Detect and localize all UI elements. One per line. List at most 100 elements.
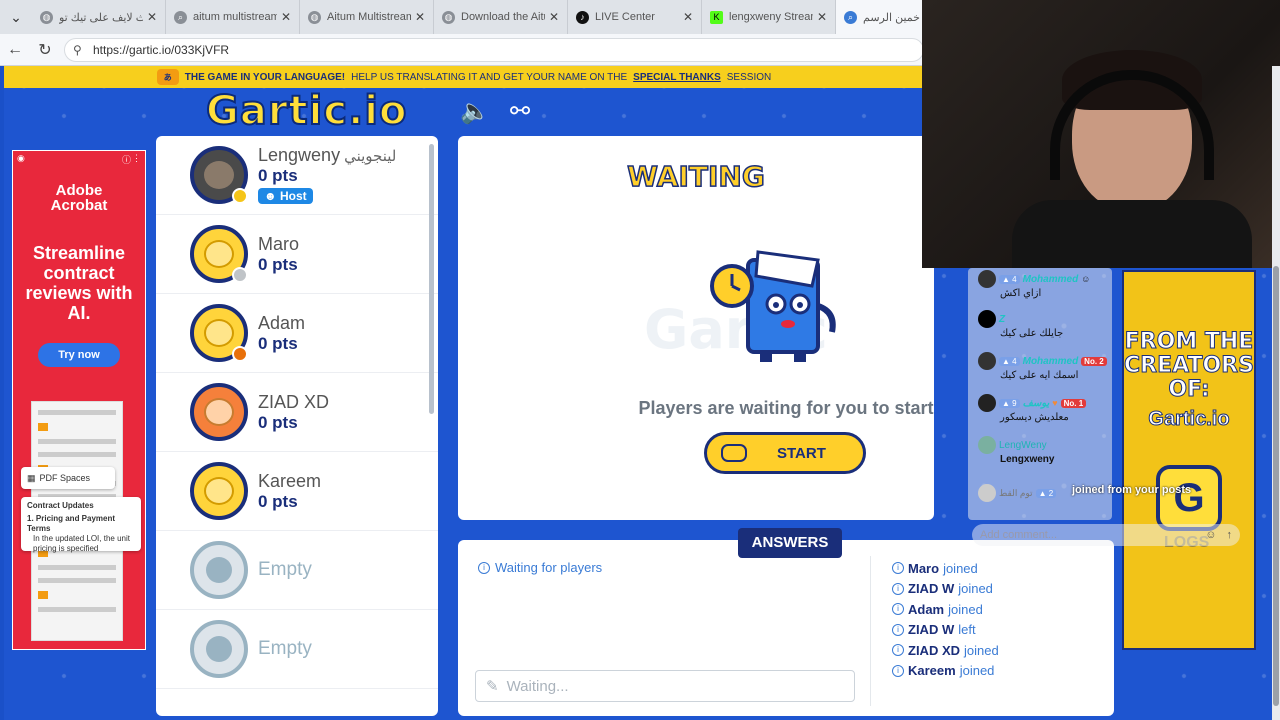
avatar xyxy=(978,310,996,328)
player-points: 0 pts xyxy=(258,412,298,432)
smile-icon: ☺ xyxy=(1081,274,1091,284)
chat-message: LengWeny Lengxweny xyxy=(978,436,1054,465)
player-name: Maro xyxy=(258,233,300,254)
search-icon: ⌕ xyxy=(844,10,857,24)
share-icon[interactable]: ⚯ xyxy=(506,98,534,126)
browser-tab[interactable]: ◍ Aitum Multistream ✕ xyxy=(300,0,434,34)
browser-tab[interactable]: ♪ LIVE Center ✕ xyxy=(568,0,702,34)
gartic-logo[interactable]: Gartic.io xyxy=(205,87,407,135)
chat-message: ▲ 4 Mohammed ☺ ازاي اكش xyxy=(978,270,1090,299)
info-icon: i xyxy=(892,664,904,677)
adobe-ad[interactable]: ◉ ⓘ ⋮ Adobe Acrobat Streamline contract … xyxy=(12,150,146,650)
ad-brand: Adobe Acrobat xyxy=(50,182,108,214)
player-points: 0 pts xyxy=(258,333,298,353)
player-row[interactable]: Lengweny لينجويني 0 pts ☻ Host xyxy=(156,136,438,215)
avatar xyxy=(190,383,248,441)
browser-tab[interactable]: ◍ بث لايف على تيك تو ✕ xyxy=(32,0,166,34)
info-icon: i xyxy=(892,644,904,657)
level-icon: ▲ xyxy=(1002,274,1010,284)
avatar xyxy=(978,394,996,412)
translate-flag-icon: あ xyxy=(156,69,179,85)
players-panel: Lengweny لينجويني 0 pts ☻ Host Maro 0 pts … xyxy=(156,136,438,716)
player-points: 0 pts xyxy=(258,166,298,185)
level-icon: ▲ xyxy=(1002,356,1010,366)
url-text: https://gartic.io/033KjVFR xyxy=(93,43,230,57)
ad-cta-button[interactable]: Try now xyxy=(38,343,120,367)
tab-search-dropdown-icon[interactable]: ⌄ xyxy=(0,0,32,34)
send-arrow-icon[interactable]: ↑ xyxy=(1227,529,1233,541)
avatar xyxy=(978,436,996,454)
empty-slot-label: Empty xyxy=(258,638,312,659)
sound-icon[interactable]: 🔈 xyxy=(460,98,490,126)
answers-panel: ANSWERS i Waiting for players ✎ Waiting...… xyxy=(458,528,1114,716)
log-item: i ZIAD Wjoined xyxy=(892,579,999,600)
globe-icon: ◍ xyxy=(308,10,321,24)
banner-end: SESSION xyxy=(726,71,772,83)
info-icon: i xyxy=(892,603,904,616)
close-icon[interactable]: ✕ xyxy=(549,10,559,24)
avatar xyxy=(190,225,248,283)
player-nickname: لينجويني xyxy=(344,148,397,165)
log-item: i Adam joined xyxy=(892,599,999,620)
answers-status: i Waiting for players xyxy=(478,560,602,575)
pdf-spaces-chip: ▦ PDF Spaces xyxy=(21,467,115,489)
info-icon: i xyxy=(892,623,904,636)
close-icon[interactable]: ✕ xyxy=(683,10,693,24)
url-input[interactable]: ⚲ https://gartic.io/033KjVFR xyxy=(64,38,924,62)
empty-slot: Empty xyxy=(156,531,438,610)
browser-tab[interactable]: Klengxweny Stream ✕ xyxy=(702,0,836,34)
avatar xyxy=(190,462,248,520)
close-icon[interactable]: ✕ xyxy=(415,10,425,24)
players-scrollbar[interactable] xyxy=(429,144,434,414)
gartic-g-logo: G xyxy=(1156,465,1222,531)
log-item: i ZIAD XD joined xyxy=(892,640,999,661)
globe-icon: ◍ xyxy=(40,10,53,24)
reload-icon[interactable]: ↻ xyxy=(30,40,60,60)
webcam-overlay xyxy=(922,0,1280,268)
chat-message: ▲ 4 Mohammed No. 2 اسمك ايه على كيك xyxy=(978,352,1107,381)
waiting-message: Players are waiting for you to start xyxy=(638,398,934,418)
player-row[interactable]: Adam 0 pts xyxy=(156,294,438,373)
player-row[interactable]: Maro 0 pts xyxy=(156,215,438,294)
globe-icon: ◍ xyxy=(442,10,455,24)
host-badge: ☻ Host xyxy=(258,188,313,204)
creators-ad[interactable]: FROM THE CREATORS OF: Gartic.io LOGS G xyxy=(1122,270,1256,650)
comment-input[interactable]: Add comment... ☺ ↑ xyxy=(972,524,1240,546)
avatar xyxy=(978,270,996,288)
browser-tab[interactable]: ◍ Download the Aitu ✕ xyxy=(434,0,568,34)
special-thanks-link[interactable]: SPECIAL THANKS xyxy=(633,72,721,83)
pdf-icon: ▦ xyxy=(27,472,36,483)
ad-info-icon[interactable]: ◉ xyxy=(17,153,25,164)
browser-tab[interactable]: ⌕ aitum multistream ✕ xyxy=(166,0,300,34)
translation-banner[interactable]: あ THE GAME IN YOUR LANGUAGE! HELP US TRA… xyxy=(4,66,924,88)
player-row[interactable]: ZIAD XD 0 pts xyxy=(156,373,438,452)
player-name: Kareem xyxy=(258,470,322,491)
status-dot xyxy=(232,267,248,283)
answer-input[interactable]: ✎ Waiting... xyxy=(475,670,855,702)
adchoices-icon[interactable]: ⓘ xyxy=(122,153,131,166)
avatar xyxy=(190,146,248,204)
heart-icon: ♥ xyxy=(1052,398,1058,408)
close-icon[interactable]: ✕ xyxy=(817,10,827,24)
chat-message: ▲ 9 يوسف ♥ No. 1 معلديش ديسكور xyxy=(978,394,1087,423)
back-arrow-icon[interactable]: ← xyxy=(0,41,30,59)
site-info-icon[interactable]: ⚲ xyxy=(73,43,87,57)
close-icon[interactable]: ✕ xyxy=(281,10,291,24)
tiktok-icon: ♪ xyxy=(576,10,589,24)
rank-badge: No. 1 xyxy=(1060,398,1087,408)
player-row[interactable]: Kareem 0 pts xyxy=(156,452,438,531)
info-icon: i xyxy=(892,582,904,595)
search-icon: ⌕ xyxy=(174,10,187,24)
log-item: i ZIAD Wleft xyxy=(892,620,999,641)
emoji-icon[interactable]: ☺ xyxy=(1205,529,1216,541)
status-dot xyxy=(232,188,248,204)
ad-menu-icon[interactable]: ⋮ xyxy=(132,153,141,164)
empty-avatar-icon xyxy=(190,541,248,599)
start-button[interactable]: START xyxy=(704,432,866,474)
creators-logo: Gartic.io xyxy=(1148,408,1230,431)
page-scrollbar[interactable] xyxy=(1272,66,1280,720)
empty-slot: Empty xyxy=(156,610,438,689)
close-icon[interactable]: ✕ xyxy=(147,10,157,24)
status-dot xyxy=(232,346,248,362)
waiting-mascot-icon xyxy=(710,250,836,362)
